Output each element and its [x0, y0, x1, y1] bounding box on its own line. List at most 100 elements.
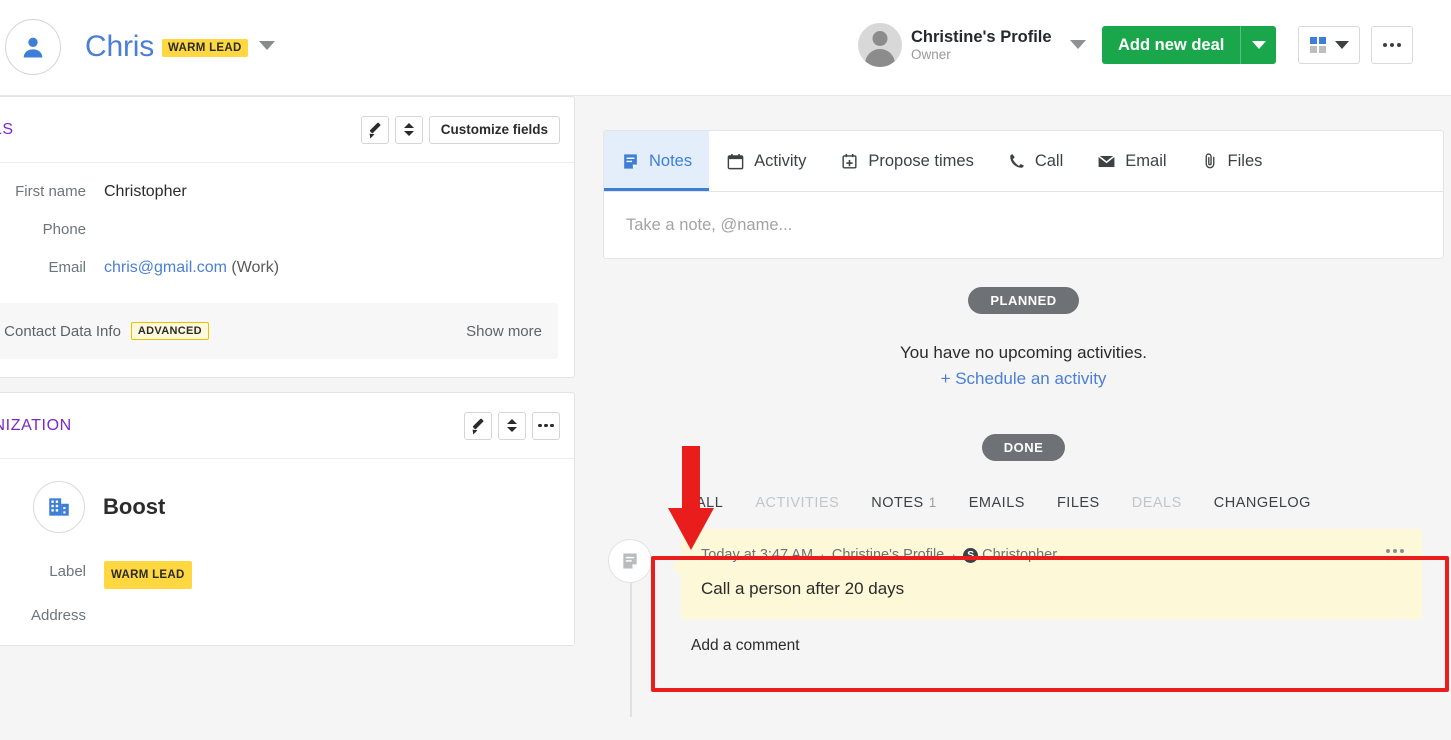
tab-files-label: Files [1227, 151, 1263, 170]
field-row: Phone [0, 211, 574, 249]
show-more-link[interactable]: Show more [466, 323, 542, 340]
calendar-icon [727, 153, 744, 169]
organization-reorder-button[interactable] [498, 411, 526, 440]
organization-edit-button[interactable] [464, 411, 492, 440]
pencil-icon [471, 419, 485, 433]
owner-info[interactable]: Christine's Profile Owner [858, 23, 1052, 67]
note-meta: Today at 3:47 AM · Christine's Profile ·… [701, 547, 1402, 563]
note-timestamp: Today at 3:47 AM [701, 547, 814, 563]
calendar-plus-icon [842, 153, 857, 169]
email-type-suffix: (Work) [231, 259, 280, 276]
timeline-filter-tabs: ALL ACTIVITIES NOTES 1 EMAILS FILES DEALS… [603, 495, 1444, 511]
field-row: Email chris@gmail.com (Work) [0, 249, 574, 287]
smart-contact-data-row: Smart Contact Data Info ADVANCED Show mo… [0, 303, 558, 359]
filter-files[interactable]: FILES [1057, 495, 1100, 511]
details-reorder-button[interactable] [394, 115, 423, 144]
field-label: Label [49, 563, 86, 580]
view-switch-button[interactable] [1298, 26, 1360, 64]
chevron-down-icon[interactable] [259, 41, 275, 50]
field-label: Phone [42, 221, 86, 238]
details-title: DETAILS [0, 120, 14, 138]
more-actions-button[interactable] [1371, 26, 1413, 64]
filter-activities[interactable]: ACTIVITIES [755, 495, 839, 511]
activity-panel: Notes Activity Propose times Call Email … [603, 130, 1444, 717]
owner-role: Owner [911, 46, 951, 62]
filter-notes[interactable]: NOTES 1 [871, 495, 936, 511]
owner-name: Christine's Profile [911, 27, 1052, 46]
tab-notes-label: Notes [649, 151, 693, 170]
organization-name[interactable]: Boost [103, 494, 165, 520]
add-comment-button[interactable]: Add a comment [691, 637, 1444, 655]
add-new-deal-dropdown[interactable] [1240, 26, 1276, 64]
avatar [858, 23, 902, 67]
tab-notes[interactable]: Notes [604, 131, 710, 191]
planned-section-header: PLANNED [603, 287, 1444, 314]
organization-fields: Label WARM LEAD Address [0, 533, 574, 635]
tab-propose-times[interactable]: Propose times [823, 131, 990, 191]
grid-view-icon [1309, 37, 1326, 53]
field-label: Email [48, 259, 86, 276]
paperclip-icon [1205, 153, 1214, 169]
planned-empty-state: You have no upcoming activities. + Sched… [603, 340, 1444, 392]
filter-emails[interactable]: EMAILS [969, 495, 1025, 511]
field-label: First name [15, 183, 86, 200]
done-pill: DONE [981, 434, 1066, 461]
email-link[interactable]: chris@gmail.com [104, 259, 227, 276]
chevron-down-icon [1334, 41, 1349, 49]
left-sidebar: DETAILS Customize fields First name Chri… [0, 96, 575, 740]
smart-contact-data-label: Smart Contact Data Info [0, 322, 121, 340]
field-row: Address [0, 597, 574, 635]
label-badge: WARM LEAD [104, 561, 192, 589]
filter-notes-label: NOTES [871, 495, 924, 511]
tab-activity[interactable]: Activity [709, 131, 823, 191]
done-section-header: DONE [603, 434, 1444, 461]
sort-updown-icon [507, 419, 517, 432]
customize-fields-button[interactable]: Customize fields [428, 115, 560, 144]
organization-card-header: ORGANIZATION [0, 393, 574, 459]
field-row: Label WARM LEAD [0, 553, 574, 597]
planned-pill: PLANNED [968, 287, 1079, 314]
details-edit-button[interactable] [360, 115, 389, 144]
tab-call[interactable]: Call [991, 131, 1080, 191]
tab-email-label: Email [1125, 151, 1167, 170]
details-card: DETAILS Customize fields First name Chri… [0, 96, 575, 378]
note-linked-deal[interactable]: S Christopher [963, 547, 1057, 563]
field-row: First name Christopher [0, 173, 574, 211]
note-author[interactable]: Christine's Profile [832, 547, 944, 563]
schedule-activity-link[interactable]: + Schedule an activity [603, 366, 1444, 392]
envelope-icon [1098, 154, 1116, 167]
note-body-text: Call a person after 20 days [701, 579, 905, 598]
crm-contact-page: Chris WARM LEAD Christine's Profile Owne… [0, 0, 1451, 740]
add-new-deal-button[interactable]: Add new deal [1102, 26, 1277, 64]
organization-more-button[interactable] [532, 411, 560, 440]
note-input[interactable] [626, 215, 1421, 235]
ellipsis-icon [1383, 43, 1401, 47]
note-composer[interactable] [603, 192, 1444, 259]
no-upcoming-activities-text: You have no upcoming activities. [900, 343, 1147, 362]
organization-avatar[interactable] [33, 481, 85, 533]
person-icon [23, 37, 43, 58]
contact-avatar[interactable] [5, 19, 61, 75]
filter-all[interactable]: ALL [696, 495, 723, 511]
owner-chevron-down-icon[interactable] [1070, 40, 1086, 49]
note-more-button[interactable] [1386, 549, 1404, 553]
field-label: Address [30, 607, 86, 624]
note-icon [624, 153, 637, 169]
avatar-corner-marker [51, 59, 60, 68]
activity-tabs: Notes Activity Propose times Call Email … [603, 130, 1444, 192]
tab-call-label: Call [1034, 151, 1064, 170]
field-value[interactable]: Christopher [104, 181, 187, 203]
note-deal-name: Christopher [982, 547, 1058, 563]
separator: · [820, 547, 825, 563]
field-value: WARM LEAD [104, 561, 192, 589]
tab-files[interactable]: Files [1184, 131, 1280, 191]
tab-email[interactable]: Email [1080, 131, 1183, 191]
timeline: Today at 3:47 AM · Christine's Profile ·… [603, 529, 1444, 717]
filter-changelog[interactable]: CHANGELOG [1214, 495, 1311, 511]
filter-deals[interactable]: DEALS [1132, 495, 1182, 511]
note-icon [623, 553, 637, 569]
timeline-note-badge [608, 539, 652, 583]
status-badge: WARM LEAD [162, 39, 248, 57]
sort-updown-icon [403, 123, 414, 136]
organization-title: ORGANIZATION [0, 416, 72, 434]
